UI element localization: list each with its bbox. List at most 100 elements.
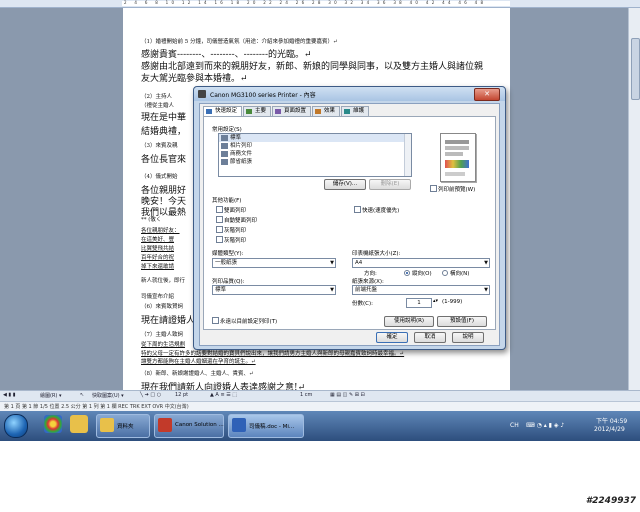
document-line[interactable]: 現在請證婚人 — [141, 313, 195, 326]
shapes-menu[interactable]: 快取圖案(U) ▾ — [92, 392, 124, 399]
scroll-left-arrow-icon[interactable]: ◀ ▮ ▮ — [3, 392, 16, 398]
document-line[interactable]: 各位長官來 — [141, 152, 186, 165]
scrollbar-thumb[interactable] — [631, 38, 640, 100]
document-line[interactable]: 現在是中華 — [141, 110, 186, 123]
system-tray: CH ⌨ ◔ ▴ ▮ ◈ ♪ 下午 04:59 2012/4/29 — [510, 411, 640, 441]
printer-properties-dialog: Canon MG3100 series Printer - 內容 ✕ 快速設定主… — [193, 86, 506, 350]
list-item[interactable]: 節省紙張 — [219, 158, 411, 166]
document-line[interactable]: 在這美好、豐 — [141, 235, 174, 243]
quick-setup-icon — [206, 109, 212, 114]
feature-checkbox-4[interactable] — [216, 236, 223, 243]
document-icon — [221, 135, 228, 141]
feature-checkbox-2[interactable] — [216, 216, 223, 223]
dialog-body: 快速設定 主要 頁面設置 效果 維護 常用設定(S) 標準 相片列印 商務文件 節省紙張… — [199, 103, 500, 346]
taskbar-button-canon[interactable]: Canon Solution ... — [154, 414, 224, 438]
document-line[interactable]: （7）主婚人致詞 — [141, 330, 183, 338]
document-line[interactable]: （6）來賓致賀詞 — [141, 302, 183, 310]
portrait-radio[interactable] — [404, 270, 410, 276]
image-id-watermark: #2249937 — [585, 496, 636, 506]
help-button[interactable]: 說明 — [452, 332, 484, 343]
clock-time[interactable]: 下午 04:59 — [596, 416, 627, 425]
tab-effects[interactable]: 效果 — [312, 106, 341, 116]
document-line[interactable]: 讓雙方都能夠在主婚人婚姻還在孕育的誕生。↵ — [141, 357, 256, 365]
document-line[interactable]: （8）新郎、新娘謝證婚人、主婚人、貴賓、↵ — [141, 369, 254, 377]
chrome-icon[interactable] — [44, 415, 62, 433]
document-line[interactable]: （3）來賓及親 — [141, 141, 178, 149]
copies-range: (1-999) — [442, 299, 463, 305]
print-quality-label: 列印品質(Q): — [212, 279, 245, 285]
document-line[interactable]: （1）婚禮開始前 5 分鐘，司儀營造氣氛（用途：介紹來參加婚禮的重要嘉賓）↵ — [141, 37, 338, 45]
always-print-checkbox[interactable] — [212, 317, 219, 324]
document-line[interactable]: 從下周的生活規劃 — [141, 340, 185, 348]
document-line[interactable]: ** (敬く — [141, 215, 161, 223]
ruler-tick-labels: 2 4 6 8 10 12 14 16 18 20 22 24 26 28 30… — [124, 0, 487, 5]
feature-checkbox-1[interactable] — [216, 206, 223, 213]
document-line[interactable]: 百年好合的祝 — [141, 253, 174, 261]
copies-label: 份數(C): — [352, 301, 373, 307]
extra-field[interactable]: 1 cm — [300, 392, 312, 398]
instructions-button[interactable]: 使用說明(R) — [384, 316, 434, 327]
quick-speed-label: 快速(速度優先) — [362, 208, 400, 214]
document-line[interactable]: （4）儀式開始 — [141, 172, 178, 180]
horizontal-ruler[interactable]: 2 4 6 8 10 12 14 16 18 20 22 24 26 28 30… — [0, 0, 640, 8]
tab-main[interactable]: 主要 — [243, 106, 272, 116]
list-item[interactable]: 標準 — [219, 134, 411, 142]
clock-date[interactable]: 2012/4/29 — [594, 426, 625, 433]
media-type-select[interactable]: 一般紙張 ▼ — [212, 258, 336, 268]
folder-icon — [100, 418, 114, 432]
tray-icons[interactable]: ⌨ ◔ ▴ ▮ ◈ ♪ — [526, 422, 564, 429]
quick-speed-checkbox[interactable] — [354, 206, 361, 213]
document-line[interactable]: 掉下來還敢請 — [141, 262, 174, 270]
common-settings-list[interactable]: 標準 相片列印 商務文件 節省紙張 — [218, 133, 412, 177]
paper-size-select[interactable]: A4 ▼ — [352, 258, 490, 268]
list-item[interactable]: 商務文件 — [219, 150, 411, 158]
paper-source-select[interactable]: 前端托盤 ▼ — [352, 285, 490, 295]
draw-menu[interactable]: 繪圖(R) ▾ — [40, 392, 61, 399]
document-line[interactable]: 友大駕光臨參與本婚禮。↵ — [141, 71, 248, 84]
windows-start-button[interactable] — [4, 414, 28, 438]
preview-before-print-checkbox[interactable] — [430, 185, 437, 192]
additional-features-label: 其他功能(F) — [212, 198, 242, 204]
taskbar-button-word[interactable]: 司儀稿.doc - Mi... — [228, 414, 304, 438]
document-line[interactable]: 結婚典禮， — [141, 124, 186, 137]
cancel-button[interactable]: 取消 — [414, 332, 446, 343]
landscape-label: 橫向(N) — [450, 271, 470, 277]
taskbar-button-folder[interactable]: 資料夾 — [96, 414, 150, 438]
copies-stepper-icon[interactable]: ▴▾ — [433, 298, 438, 304]
input-language-indicator[interactable]: CH — [510, 422, 519, 429]
chevron-down-icon: ▼ — [330, 260, 334, 266]
tab-maintenance[interactable]: 維護 — [341, 106, 370, 116]
ok-button[interactable]: 確定 — [376, 332, 408, 343]
portrait-label: 縱向(O) — [412, 271, 432, 277]
close-button[interactable]: ✕ — [474, 88, 500, 101]
empty-area — [0, 441, 640, 512]
delete-button[interactable]: 刪除(E) — [369, 179, 411, 190]
list-item[interactable]: 相片列印 — [219, 142, 411, 150]
print-quality-select[interactable]: 標準 ▼ — [212, 285, 336, 295]
landscape-radio[interactable] — [442, 270, 448, 276]
document-line[interactable]: （禮從主婚人 — [141, 101, 174, 109]
feature-checkbox-3[interactable] — [216, 226, 223, 233]
document-line[interactable]: （2）主持人 — [141, 92, 172, 100]
document-line[interactable]: 特的父母一定有許多的話要對結婚的寶貝們說出來，讓我們請男方主婚人與新郎的母親嘉賓… — [141, 349, 404, 357]
document-line[interactable]: 各位親朋好友： — [141, 226, 180, 234]
document-line[interactable]: 司儀宣布介紹 — [141, 292, 174, 300]
line-tool-icon[interactable]: ╲ ➔ □ ○ — [140, 392, 161, 398]
copies-input[interactable]: 1 — [406, 298, 432, 308]
document-line[interactable]: 新人就位後，即行 — [141, 276, 185, 284]
vertical-scrollbar[interactable] — [628, 8, 640, 390]
font-size-box[interactable]: 12 pt — [175, 392, 188, 398]
paper-size-label: 印表機紙張大小(Z): — [352, 251, 401, 257]
tab-strip: 快速設定 主要 頁面設置 效果 維護 — [203, 106, 370, 117]
tab-page-setup[interactable]: 頁面設置 — [272, 106, 312, 116]
table-tools-icon[interactable]: ▦ ▤ ◫ ✎ ⊞ ⊟ — [330, 392, 365, 398]
chevron-down-icon: ▼ — [484, 287, 488, 293]
folder-icon[interactable] — [70, 415, 88, 433]
list-scrollbar[interactable] — [404, 134, 411, 176]
arrow-tool-icon[interactable]: ↖ — [80, 392, 84, 398]
defaults-button[interactable]: 預設值(F) — [437, 316, 487, 327]
dialog-title-bar[interactable]: Canon MG3100 series Printer - 內容 ✕ — [194, 87, 505, 101]
fill-color-icon[interactable]: ▲ A ≡ ☰ ⬚ — [210, 392, 237, 398]
save-button[interactable]: 儲存(V)... — [324, 179, 366, 190]
document-line[interactable]: 比翼雙飛共結 — [141, 244, 174, 252]
